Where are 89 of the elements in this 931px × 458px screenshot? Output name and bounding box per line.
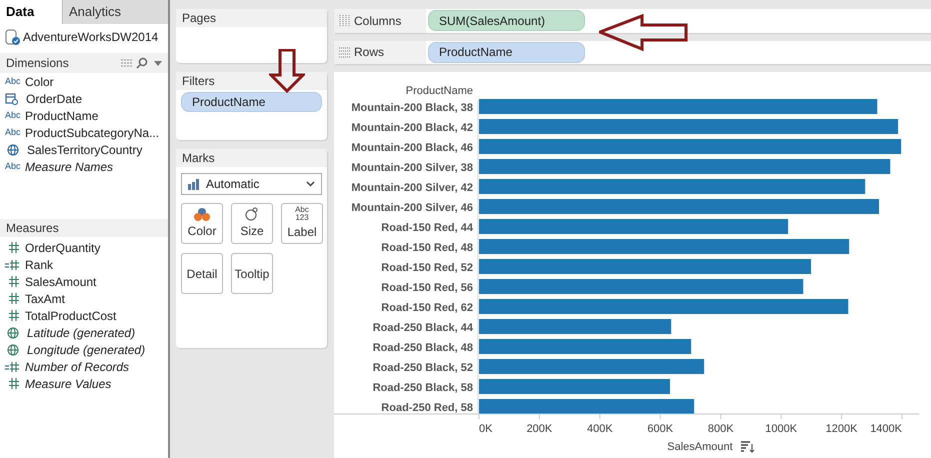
row-label: Road-250 Black, 44	[372, 322, 473, 334]
columns-icon	[339, 15, 350, 26]
row-label: Mountain-200 Black, 42	[351, 122, 473, 134]
row-label: Road-150 Red, 44	[381, 222, 473, 234]
field-item[interactable]: Longitude (generated)	[27, 340, 146, 358]
field-item[interactable]: OrderDate	[26, 90, 82, 108]
sort-icon	[740, 441, 754, 453]
size-icon	[245, 207, 259, 221]
tick-label: 1200K	[826, 423, 858, 435]
row-label: Road-150 Red, 52	[381, 262, 473, 274]
row-label: Road-250 Black, 52	[372, 362, 473, 374]
pane-tab[interactable]: Analytics	[62, 0, 168, 24]
hash-icon	[9, 293, 19, 304]
tick-label: 1400K	[870, 423, 902, 435]
row-label: Road-150 Red, 48	[381, 242, 473, 254]
calculated-hash-icon	[5, 258, 21, 270]
row-label: Mountain-200 Silver, 42	[351, 182, 473, 194]
mark-card-button[interactable]: Tooltip	[231, 253, 273, 294]
hash-icon	[9, 242, 19, 253]
color-icon	[194, 207, 210, 221]
chevron-down-icon	[306, 181, 315, 187]
search-icon[interactable]	[136, 57, 148, 69]
abc-123-icon: Abc 123	[295, 206, 309, 222]
row-label: Mountain-200 Black, 46	[351, 142, 473, 154]
type-label: Abc	[5, 74, 22, 88]
list-view-icon[interactable]	[121, 58, 132, 68]
axis-title: ProductName	[406, 85, 473, 97]
section-title: Measures	[6, 220, 59, 237]
pane-tab[interactable]: Data	[0, 0, 62, 24]
dropdown-caret-icon[interactable]	[154, 60, 162, 66]
field-item[interactable]: TotalProductCost	[25, 306, 116, 324]
tick-label: 400K	[587, 423, 613, 435]
database-icon	[5, 28, 21, 46]
field-item[interactable]: Rank	[25, 256, 54, 274]
globe-icon	[7, 144, 19, 156]
field-item[interactable]: TaxAmt	[25, 290, 66, 308]
rows-icon	[339, 46, 350, 58]
tick-label: 800K	[708, 423, 734, 435]
tick-label: 600K	[647, 423, 674, 435]
hash-icon	[9, 310, 19, 321]
field-item[interactable]: Measure Values	[25, 374, 112, 392]
globe-icon	[7, 344, 19, 356]
mark-card-button[interactable]: Abc 123 Label	[281, 203, 323, 244]
shelf-label: Rows	[354, 44, 384, 62]
mark-card-button[interactable]: Detail	[181, 253, 223, 294]
type-label: Abc	[5, 108, 22, 122]
tick-label: 1000K	[765, 423, 798, 435]
row-label: Road-150 Red, 56	[381, 282, 473, 294]
field-item[interactable]: Latitude (generated)	[27, 324, 136, 342]
type-label: Abc	[5, 126, 22, 139]
card-title: Pages	[182, 10, 216, 27]
shelf-pill[interactable]: ProductName	[428, 42, 585, 63]
field-item[interactable]: ProductName	[25, 106, 98, 124]
section-title: Dimensions	[6, 55, 70, 72]
row-label: Mountain-200 Black, 38	[351, 102, 473, 114]
calendar-icon	[5, 92, 18, 105]
hash-icon	[9, 378, 19, 389]
row-label: Mountain-200 Silver, 38	[351, 162, 473, 174]
field-item[interactable]: OrderQuantity	[25, 238, 100, 256]
type-label: Abc	[5, 160, 22, 173]
calculated-hash-icon	[5, 360, 21, 372]
row-label: Road-250 Black, 48	[372, 342, 473, 354]
shelf-pill[interactable]: SUM(SalesAmount)	[428, 10, 585, 32]
mark-type-dropdown[interactable]: Automatic	[181, 173, 322, 195]
mark-type-value: Automatic	[206, 176, 260, 193]
tick-label: 200K	[526, 423, 552, 435]
data-source-name[interactable]: AdventureWorksDW2014	[23, 28, 158, 46]
mark-card-button[interactable]: Size	[231, 203, 273, 244]
shelf-label: Columns	[354, 12, 402, 30]
mark-card-button[interactable]: Color	[181, 203, 223, 244]
field-item[interactable]: ProductSubcategoryNa...	[25, 124, 160, 142]
hash-icon	[9, 276, 19, 287]
tick-label: 0K	[479, 423, 492, 435]
bar-chart-icon	[188, 178, 200, 190]
field-item[interactable]: SalesAmount	[25, 272, 96, 290]
card-title: Filters	[182, 73, 215, 90]
arrow-annotation	[269, 49, 305, 93]
row-label: Road-250 Red, 58	[381, 402, 473, 414]
field-item[interactable]: Color	[25, 72, 54, 90]
row-label: Mountain-200 Silver, 46	[351, 202, 473, 214]
card-title: Marks	[182, 150, 215, 167]
field-item[interactable]: SalesTerritoryCountry	[27, 140, 142, 158]
row-label: Road-150 Red, 62	[381, 302, 473, 314]
row-label: Road-250 Black, 58	[372, 382, 473, 394]
filter-pill[interactable]: ProductName	[181, 92, 322, 112]
axis-title: SalesAmount	[667, 441, 733, 453]
field-item[interactable]: Measure Names	[25, 158, 114, 176]
globe-icon	[7, 326, 19, 338]
field-item[interactable]: Number of Records	[25, 358, 130, 376]
